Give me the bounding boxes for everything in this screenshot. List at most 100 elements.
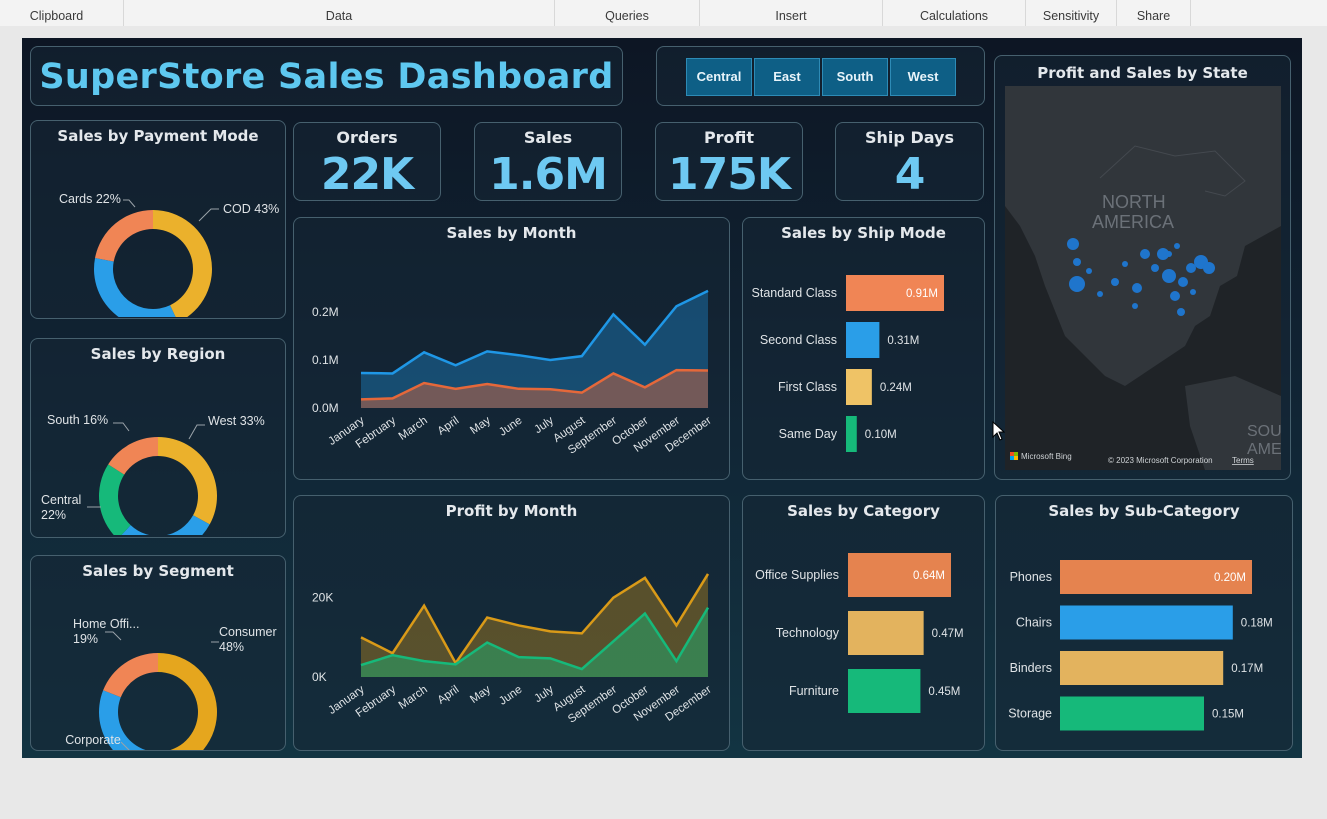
category-panel[interactable]: Sales by Category Office Supplies 0.64M Te…: [742, 495, 985, 751]
bar[interactable]: [846, 369, 872, 405]
report-canvas: SuperStore Sales Dashboard Central East …: [22, 38, 1302, 758]
category-label: Technology: [776, 626, 840, 640]
category-title: Sales by Category: [787, 502, 940, 520]
leader-line: [123, 199, 136, 208]
kpi-sales-label: Sales: [523, 128, 573, 147]
x-tick-label: April: [436, 684, 462, 707]
donut-slice[interactable]: [158, 437, 217, 525]
ship-mode-panel[interactable]: Sales by Ship Mode Standard Class 0.91M Se…: [742, 217, 985, 480]
map-label-south: SOUTH: [1247, 423, 1281, 440]
slicer-central-button[interactable]: Central: [686, 58, 752, 96]
kpi-profit[interactable]: Profit 175K: [655, 122, 803, 201]
donut-slice[interactable]: [99, 464, 131, 535]
map-area[interactable]: NORTH AMERICA SOUTH AMER Microsoft Bing …: [1005, 86, 1281, 470]
bar[interactable]: [1060, 651, 1224, 685]
data-label: 0.17M: [1231, 663, 1263, 675]
bar[interactable]: [846, 416, 857, 452]
donut-slice[interactable]: [95, 210, 153, 262]
donut-slice[interactable]: [158, 653, 217, 750]
y-tick-label: 0.2M: [312, 305, 339, 319]
data-label: 0.45M: [928, 686, 960, 698]
category-label: Phones: [1010, 570, 1052, 584]
category-chart: Office Supplies 0.64M Technology 0.47M Furni…: [755, 553, 964, 713]
data-label: 0.31M: [887, 335, 919, 347]
kpi-orders-label: Orders: [336, 128, 398, 147]
x-tick-label: March: [397, 415, 430, 443]
data-label: 0.47M: [932, 628, 964, 640]
segment-title: Sales by Segment: [82, 562, 234, 580]
bar[interactable]: [1060, 696, 1204, 731]
slicer-south-button[interactable]: South: [822, 58, 888, 96]
sales-by-month-chart: 0.0M0.1M0.2MJanuaryFebruaryMarch April May…: [312, 289, 714, 457]
ribbon-group-queries[interactable]: Queries: [555, 0, 700, 26]
category-label: Furniture: [789, 684, 839, 698]
ribbon-group-insert[interactable]: Insert: [700, 0, 883, 26]
ship-mode-title: Sales by Ship Mode: [781, 224, 946, 242]
leader-line: [188, 424, 205, 440]
map-terms-link[interactable]: Terms: [1232, 456, 1254, 465]
ribbon-group-share[interactable]: Share: [1117, 0, 1191, 26]
kpi-sales-value: 1.6M: [489, 149, 608, 200]
donut-label: West 33%: [208, 414, 265, 428]
bar[interactable]: [848, 669, 921, 713]
bar[interactable]: [1060, 605, 1233, 640]
y-tick-label: 0K: [312, 670, 327, 684]
ribbon-group-sensitivity[interactable]: Sensitivity: [1026, 0, 1117, 26]
bar[interactable]: [848, 611, 924, 655]
subcategory-chart: Phones 0.20M Chairs 0.18M Binders 0.17M Storag…: [1008, 560, 1273, 731]
donut-slice[interactable]: [118, 515, 210, 535]
title-panel: SuperStore Sales Dashboard: [30, 46, 623, 106]
donut-slice[interactable]: [153, 210, 212, 317]
x-tick-label: June: [497, 684, 524, 708]
category-label: First Class: [778, 380, 837, 394]
map-panel[interactable]: Profit and Sales by State NORTH AMERICA …: [994, 55, 1291, 480]
slicer-west-button[interactable]: West: [890, 58, 956, 96]
leader-line: [113, 422, 130, 432]
data-label: 0.10M: [865, 429, 897, 441]
ribbon-group-calculations[interactable]: Calculations: [883, 0, 1026, 26]
data-label: 0.24M: [880, 382, 912, 394]
subcategory-panel[interactable]: Sales by Sub-Category Phones 0.20M Chairs 0…: [995, 495, 1293, 751]
bing-logo-icon: [1010, 452, 1014, 456]
y-tick-label: 20K: [312, 591, 333, 605]
kpi-ship-days-value: 4: [894, 149, 926, 200]
donut-label: COD 43%: [223, 202, 279, 216]
map-title: Profit and Sales by State: [1037, 64, 1248, 82]
category-label: Standard Class: [752, 286, 837, 300]
data-label: 0.20M: [1214, 572, 1246, 584]
map-svg: NORTH AMERICA SOUTH AMER Microsoft Bing …: [1005, 86, 1281, 470]
profit-by-month-chart: 0K20KJanuaryFebruaryMarch April May June Jul…: [312, 573, 714, 726]
bing-label: Microsoft Bing: [1021, 452, 1072, 461]
profit-by-month-title: Profit by Month: [445, 502, 578, 520]
kpi-sales[interactable]: Sales 1.6M: [474, 122, 622, 201]
donut-slice[interactable]: [103, 653, 158, 698]
kpi-profit-label: Profit: [703, 128, 755, 147]
bar[interactable]: [846, 322, 880, 358]
kpi-ship-days-label: Ship Days: [865, 128, 954, 147]
donut-slice[interactable]: [94, 257, 178, 317]
y-tick-label: 0.1M: [312, 353, 339, 367]
donut-slice[interactable]: [108, 437, 158, 475]
kpi-orders[interactable]: Orders 22K: [293, 122, 441, 201]
mouse-cursor-icon: [992, 421, 1006, 441]
donut-label: 48%: [219, 640, 244, 654]
payment-mode-panel[interactable]: Sales by Payment Mode COD 43%Online 35%C…: [30, 120, 286, 319]
map-label-america: AMERICA: [1092, 212, 1174, 232]
region-title: Sales by Region: [90, 345, 226, 363]
leader-line: [198, 208, 219, 222]
region-panel[interactable]: Sales by Region West 33%East 29%Central2…: [30, 338, 286, 538]
profit-by-month-panel[interactable]: Profit by Month 0K 20K January February Marc…: [293, 495, 730, 751]
x-tick-label: May: [468, 683, 493, 705]
ribbon-group-clipboard[interactable]: Clipboard: [0, 0, 124, 26]
payment-mode-donut: COD 43%Online 35%Cards 22%: [59, 192, 279, 317]
ribbon-group-data[interactable]: Data: [124, 0, 555, 26]
donut-label: 33%: [80, 748, 105, 750]
data-label: 0.64M: [913, 570, 945, 582]
kpi-ship-days[interactable]: Ship Days 4: [835, 122, 984, 201]
segment-panel[interactable]: Sales by Segment Consumer48% Corporate33%…: [30, 555, 286, 751]
slicer-east-button[interactable]: East: [754, 58, 820, 96]
category-label: Second Class: [760, 333, 837, 347]
subcategory-title: Sales by Sub-Category: [1048, 502, 1240, 520]
category-label: Chairs: [1016, 616, 1052, 630]
sales-by-month-panel[interactable]: Sales by Month 0.0M 0.1M 0.2M January Februa…: [293, 217, 730, 480]
